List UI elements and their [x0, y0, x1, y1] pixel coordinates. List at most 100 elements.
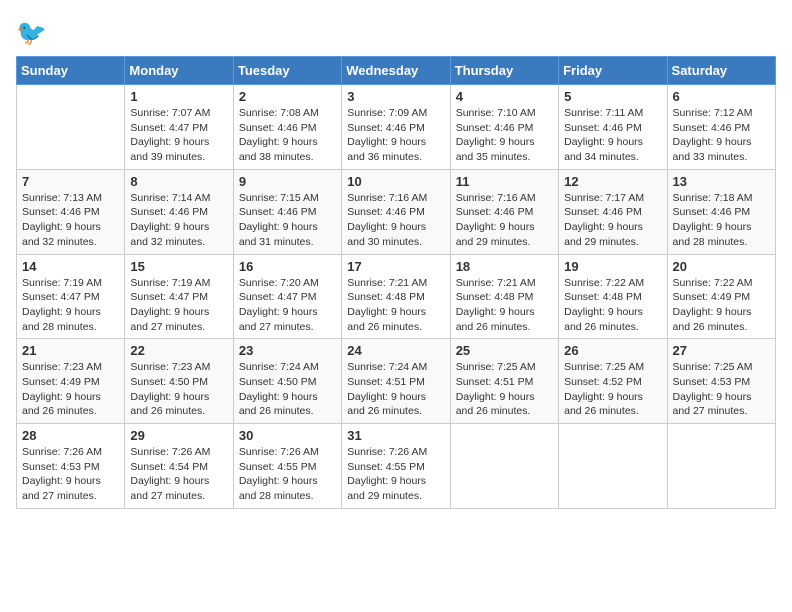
calendar-header-sunday: Sunday	[17, 57, 125, 85]
calendar-cell: 11Sunrise: 7:16 AM Sunset: 4:46 PM Dayli…	[450, 169, 558, 254]
day-number: 8	[130, 174, 227, 189]
day-info: Sunrise: 7:12 AM Sunset: 4:46 PM Dayligh…	[673, 106, 770, 165]
calendar-week-row: 21 Sunrise: 7:23 AM Sunset: 4:49 PM Dayli…	[17, 339, 776, 424]
day-number: 3	[347, 89, 444, 104]
calendar-cell: 19 Sunrise: 7:22 AM Sunset: 4:48 PM Dayli…	[559, 254, 667, 339]
day-info: Sunrise: 7:24 AM Sunset: 4:50 PM Dayligh…	[239, 360, 336, 419]
calendar-cell: 1Sunrise: 7:07 AM Sunset: 4:47 PM Daylig…	[125, 85, 233, 170]
calendar-cell: 25 Sunrise: 7:25 AM Sunset: 4:51 PM Dayli…	[450, 339, 558, 424]
day-number: 18	[456, 259, 553, 274]
calendar-week-row: 28Sunrise: 7:26 AM Sunset: 4:53 PM Dayli…	[17, 424, 776, 509]
day-number: 14	[22, 259, 119, 274]
calendar-cell: 30 Sunrise: 7:26 AM Sunset: 4:55 PM Dayli…	[233, 424, 341, 509]
day-info: Sunrise: 7:26 AM Sunset: 4:55 PM Dayligh…	[347, 445, 444, 504]
calendar-cell: 23 Sunrise: 7:24 AM Sunset: 4:50 PM Dayli…	[233, 339, 341, 424]
calendar-cell: 6 Sunrise: 7:12 AM Sunset: 4:46 PM Daylig…	[667, 85, 775, 170]
day-info: Sunrise: 7:16 AM Sunset: 4:46 PM Dayligh…	[347, 191, 444, 250]
day-info: Sunrise: 7:25 AM Sunset: 4:51 PM Dayligh…	[456, 360, 553, 419]
calendar-header-monday: Monday	[125, 57, 233, 85]
day-number: 2	[239, 89, 336, 104]
calendar-cell: 5 Sunrise: 7:11 AM Sunset: 4:46 PM Daylig…	[559, 85, 667, 170]
calendar-week-row: 7 Sunrise: 7:13 AM Sunset: 4:46 PM Daylig…	[17, 169, 776, 254]
day-info: Sunrise: 7:19 AM Sunset: 4:47 PM Dayligh…	[130, 276, 227, 335]
day-info: Sunrise: 7:26 AM Sunset: 4:54 PM Dayligh…	[130, 445, 227, 504]
calendar-week-row: 14 Sunrise: 7:19 AM Sunset: 4:47 PM Dayli…	[17, 254, 776, 339]
day-info: Sunrise: 7:25 AM Sunset: 4:53 PM Dayligh…	[673, 360, 770, 419]
day-number: 22	[130, 343, 227, 358]
calendar-cell: 31Sunrise: 7:26 AM Sunset: 4:55 PM Dayli…	[342, 424, 450, 509]
calendar-cell: 14 Sunrise: 7:19 AM Sunset: 4:47 PM Dayli…	[17, 254, 125, 339]
calendar-cell: 21 Sunrise: 7:23 AM Sunset: 4:49 PM Dayli…	[17, 339, 125, 424]
day-number: 20	[673, 259, 770, 274]
day-info: Sunrise: 7:17 AM Sunset: 4:46 PM Dayligh…	[564, 191, 661, 250]
calendar-cell: 28Sunrise: 7:26 AM Sunset: 4:53 PM Dayli…	[17, 424, 125, 509]
day-number: 27	[673, 343, 770, 358]
day-number: 25	[456, 343, 553, 358]
calendar-cell: 20 Sunrise: 7:22 AM Sunset: 4:49 PM Dayli…	[667, 254, 775, 339]
day-info: Sunrise: 7:24 AM Sunset: 4:51 PM Dayligh…	[347, 360, 444, 419]
calendar-cell: 29 Sunrise: 7:26 AM Sunset: 4:54 PM Dayli…	[125, 424, 233, 509]
day-number: 21	[22, 343, 119, 358]
calendar-header-friday: Friday	[559, 57, 667, 85]
day-number: 9	[239, 174, 336, 189]
day-info: Sunrise: 7:21 AM Sunset: 4:48 PM Dayligh…	[456, 276, 553, 335]
day-info: Sunrise: 7:21 AM Sunset: 4:48 PM Dayligh…	[347, 276, 444, 335]
calendar-header-tuesday: Tuesday	[233, 57, 341, 85]
day-number: 11	[456, 174, 553, 189]
calendar-cell: 27 Sunrise: 7:25 AM Sunset: 4:53 PM Dayli…	[667, 339, 775, 424]
day-info: Sunrise: 7:18 AM Sunset: 4:46 PM Dayligh…	[673, 191, 770, 250]
day-number: 6	[673, 89, 770, 104]
day-info: Sunrise: 7:19 AM Sunset: 4:47 PM Dayligh…	[22, 276, 119, 335]
calendar-week-row: 1Sunrise: 7:07 AM Sunset: 4:47 PM Daylig…	[17, 85, 776, 170]
calendar-cell: 8 Sunrise: 7:14 AM Sunset: 4:46 PM Daylig…	[125, 169, 233, 254]
day-info: Sunrise: 7:09 AM Sunset: 4:46 PM Dayligh…	[347, 106, 444, 165]
day-number: 16	[239, 259, 336, 274]
day-info: Sunrise: 7:14 AM Sunset: 4:46 PM Dayligh…	[130, 191, 227, 250]
calendar-cell	[559, 424, 667, 509]
day-number: 24	[347, 343, 444, 358]
calendar-cell: 22 Sunrise: 7:23 AM Sunset: 4:50 PM Dayli…	[125, 339, 233, 424]
calendar-cell: 4Sunrise: 7:10 AM Sunset: 4:46 PM Daylig…	[450, 85, 558, 170]
day-number: 28	[22, 428, 119, 443]
logo-icon: 🐦	[16, 16, 48, 48]
day-number: 4	[456, 89, 553, 104]
day-info: Sunrise: 7:23 AM Sunset: 4:50 PM Dayligh…	[130, 360, 227, 419]
day-number: 15	[130, 259, 227, 274]
calendar-header-wednesday: Wednesday	[342, 57, 450, 85]
calendar-cell: 13 Sunrise: 7:18 AM Sunset: 4:46 PM Dayli…	[667, 169, 775, 254]
day-number: 29	[130, 428, 227, 443]
calendar-cell: 17 Sunrise: 7:21 AM Sunset: 4:48 PM Dayli…	[342, 254, 450, 339]
day-info: Sunrise: 7:26 AM Sunset: 4:55 PM Dayligh…	[239, 445, 336, 504]
day-info: Sunrise: 7:23 AM Sunset: 4:49 PM Dayligh…	[22, 360, 119, 419]
day-number: 13	[673, 174, 770, 189]
day-number: 19	[564, 259, 661, 274]
calendar-cell	[450, 424, 558, 509]
day-info: Sunrise: 7:25 AM Sunset: 4:52 PM Dayligh…	[564, 360, 661, 419]
day-number: 5	[564, 89, 661, 104]
day-number: 23	[239, 343, 336, 358]
calendar-cell	[667, 424, 775, 509]
calendar-cell: 26Sunrise: 7:25 AM Sunset: 4:52 PM Dayli…	[559, 339, 667, 424]
calendar-header-thursday: Thursday	[450, 57, 558, 85]
day-info: Sunrise: 7:11 AM Sunset: 4:46 PM Dayligh…	[564, 106, 661, 165]
day-info: Sunrise: 7:13 AM Sunset: 4:46 PM Dayligh…	[22, 191, 119, 250]
calendar-cell: 16 Sunrise: 7:20 AM Sunset: 4:47 PM Dayli…	[233, 254, 341, 339]
day-number: 7	[22, 174, 119, 189]
svg-text:🐦: 🐦	[16, 19, 47, 47]
day-info: Sunrise: 7:22 AM Sunset: 4:48 PM Dayligh…	[564, 276, 661, 335]
day-number: 17	[347, 259, 444, 274]
calendar-header-row: SundayMondayTuesdayWednesdayThursdayFrid…	[17, 57, 776, 85]
calendar-cell: 12 Sunrise: 7:17 AM Sunset: 4:46 PM Dayli…	[559, 169, 667, 254]
day-info: Sunrise: 7:20 AM Sunset: 4:47 PM Dayligh…	[239, 276, 336, 335]
day-info: Sunrise: 7:15 AM Sunset: 4:46 PM Dayligh…	[239, 191, 336, 250]
calendar-cell: 10 Sunrise: 7:16 AM Sunset: 4:46 PM Dayli…	[342, 169, 450, 254]
calendar-header-saturday: Saturday	[667, 57, 775, 85]
day-number: 10	[347, 174, 444, 189]
calendar-cell: 18 Sunrise: 7:21 AM Sunset: 4:48 PM Dayli…	[450, 254, 558, 339]
day-info: Sunrise: 7:22 AM Sunset: 4:49 PM Dayligh…	[673, 276, 770, 335]
day-info: Sunrise: 7:08 AM Sunset: 4:46 PM Dayligh…	[239, 106, 336, 165]
calendar-cell: 2 Sunrise: 7:08 AM Sunset: 4:46 PM Daylig…	[233, 85, 341, 170]
logo: 🐦	[16, 16, 52, 48]
day-number: 12	[564, 174, 661, 189]
day-number: 30	[239, 428, 336, 443]
